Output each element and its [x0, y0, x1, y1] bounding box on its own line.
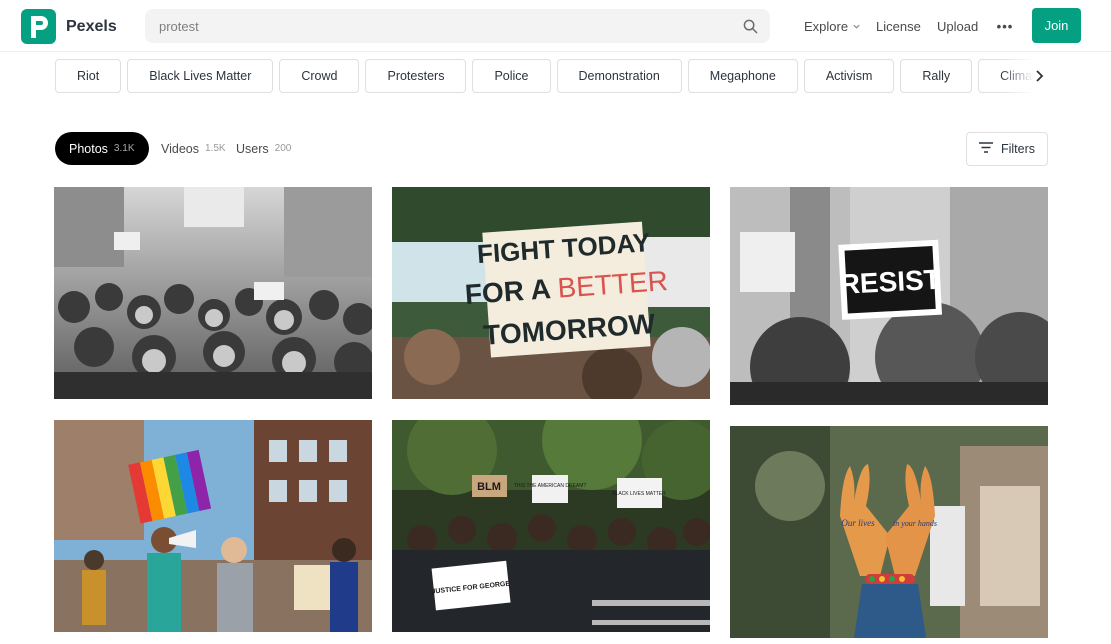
related-search-chip[interactable]: Police [472, 59, 551, 93]
related-search-chip[interactable]: Protesters [365, 59, 467, 93]
more-menu-icon[interactable]: ••• [996, 9, 1014, 43]
brand-name: Pexels [66, 17, 117, 35]
photo-blm-march-image: BLM THIS THE AMERICAN DREAM? BLACK LIVES… [392, 420, 710, 632]
tab-videos[interactable]: Videos 1.5K [161, 132, 226, 165]
nav-explore[interactable]: Explore [804, 9, 861, 43]
tab-label: Photos [69, 141, 108, 156]
join-button[interactable]: Join [1032, 8, 1081, 43]
blm-sign-text: BLM [477, 481, 501, 493]
top-header: Pexels Explore License Upload ••• Join [0, 0, 1111, 52]
photo-resist-sign[interactable]: RESIST [730, 187, 1048, 405]
photo-megaphone-street[interactable] [54, 420, 372, 632]
chevron-down-icon [852, 19, 861, 34]
photo-blm-march[interactable]: BLM THIS THE AMERICAN DREAM? BLACK LIVES… [392, 420, 710, 632]
nav-license[interactable]: License [876, 9, 921, 43]
tab-label: Users [236, 141, 269, 156]
related-search-chip[interactable]: Megaphone [687, 59, 798, 93]
related-search-chip[interactable]: Black Lives Matter [127, 59, 274, 93]
tab-count: 3.1K [113, 143, 135, 154]
search-input[interactable] [145, 9, 730, 43]
pexels-logo-icon [21, 9, 56, 44]
related-search-chip[interactable]: Riot [55, 59, 122, 93]
sign-line-2a: FOR A [464, 273, 559, 310]
hand-right-text: in your hands [893, 519, 937, 528]
photo-hands-image: Our lives in your hands [730, 426, 1048, 638]
tab-label: Videos [161, 141, 199, 156]
filter-icon [978, 142, 993, 156]
related-search-chip[interactable]: Rally [900, 59, 973, 93]
tab-photos[interactable]: Photos 3.1K [55, 132, 149, 165]
search-bar [145, 9, 770, 43]
tab-users[interactable]: Users 200 [236, 132, 291, 165]
photo-hands-message[interactable]: Our lives in your hands [730, 426, 1048, 638]
hand-left-text: Our lives [841, 518, 875, 528]
photo-bw-crowd[interactable] [54, 187, 372, 399]
chevron-right-icon[interactable] [1032, 66, 1046, 86]
filters-button[interactable]: Filters [966, 132, 1048, 166]
pexels-logo[interactable]: Pexels [21, 9, 117, 44]
nav-upload[interactable]: Upload [937, 9, 978, 43]
filters-label: Filters [1000, 142, 1036, 156]
photo-megaphone-image [54, 420, 372, 632]
related-search-chip[interactable]: Crowd [279, 59, 360, 93]
related-search-chip[interactable]: Demonstration [556, 59, 682, 93]
resist-sign-text: RESIST [839, 264, 942, 300]
photo-resist-image: RESIST [730, 187, 1048, 405]
black-lives-matter-sign-text: BLACK LIVES MATTER [612, 491, 666, 497]
related-searches-bar: Riot Black Lives Matter Crowd Protesters… [0, 52, 1111, 98]
photo-fight-today-sign[interactable]: FIGHT TODAY FOR A BETTER TOMORROW [392, 187, 710, 399]
tab-count: 1.5K [205, 143, 226, 154]
photo-bw-crowd-image [54, 187, 372, 399]
nav-explore-label: Explore [804, 18, 849, 34]
tab-count: 200 [274, 143, 292, 154]
related-searches-list: Riot Black Lives Matter Crowd Protesters… [55, 59, 1043, 93]
american-dream-sign-text: THIS THE AMERICAN DREAM? [514, 483, 587, 489]
search-icon[interactable] [730, 9, 770, 43]
related-search-chip[interactable]: Activism [803, 59, 895, 93]
photo-fight-today-image: FIGHT TODAY FOR A BETTER TOMORROW [392, 187, 710, 399]
